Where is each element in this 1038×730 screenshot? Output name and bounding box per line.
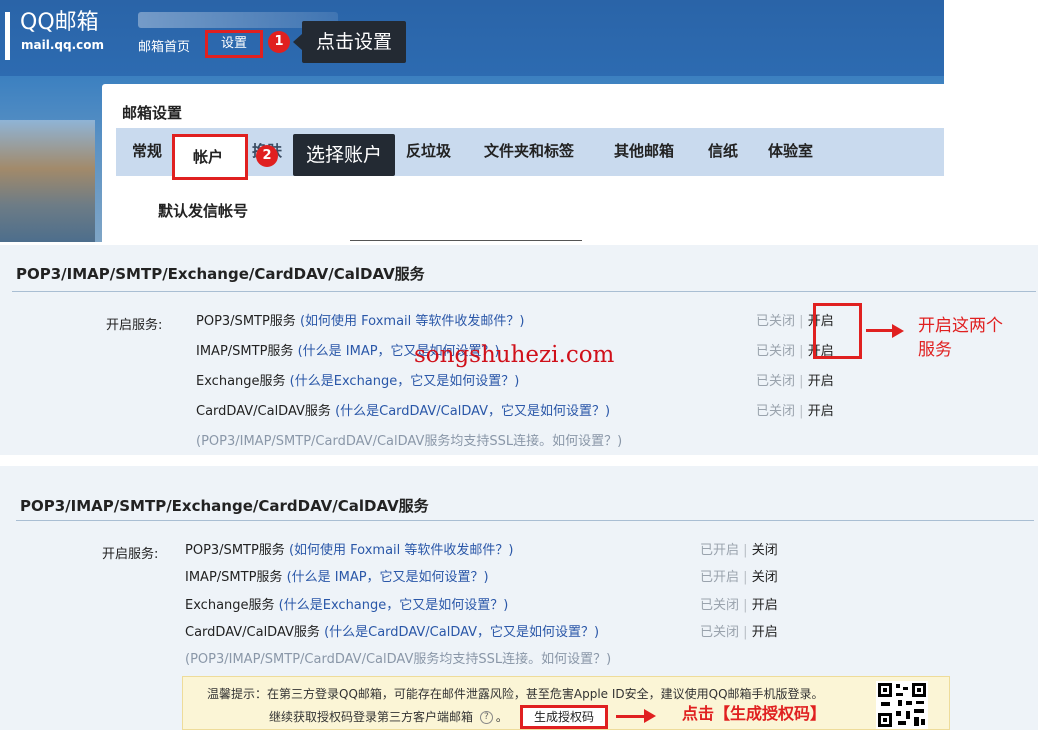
status-text: 已关闭 xyxy=(700,598,740,613)
service-name: POP3/SMTP服务 xyxy=(196,314,296,329)
highlight-box-enable-links xyxy=(813,303,862,359)
ssl-note: (POP3/IMAP/SMTP/CardDAV/CalDAV服务均支持SSL连接… xyxy=(185,652,612,667)
service-status-carddav: 已关闭 | 开启 xyxy=(756,400,834,419)
step-1-tooltip: 点击设置 xyxy=(302,21,406,63)
service-help-link[interactable]: (什么是Exchange，它又是如何设置？) xyxy=(279,598,509,613)
step-2-tooltip: 选择账户 xyxy=(293,134,395,176)
service-status-exchange: 已关闭 | 开启 xyxy=(700,594,778,613)
warning-text-line2: 继续获取授权码登录第三方客户端邮箱 ?。 xyxy=(269,708,508,725)
service-name: IMAP/SMTP服务 xyxy=(185,570,283,585)
page-title: 邮箱设置 xyxy=(122,104,183,122)
service-name: CardDAV/CalDAV服务 xyxy=(196,404,331,419)
separator: | xyxy=(799,374,804,389)
service-name: Exchange服务 xyxy=(196,374,286,389)
service-row-imap: IMAP/SMTP服务 (什么是 IMAP，它又是如何设置？) xyxy=(185,566,489,585)
divider xyxy=(350,240,582,241)
ssl-note: (POP3/IMAP/SMTP/CardDAV/CalDAV服务均支持SSL连接… xyxy=(196,434,623,449)
disable-imap-link[interactable]: 关闭 xyxy=(752,570,778,585)
service-status-carddav: 已关闭 | 开启 xyxy=(700,621,778,640)
logo-stripe xyxy=(5,12,10,60)
separator: | xyxy=(799,314,804,329)
service-help-link[interactable]: (如何使用 Foxmail 等软件收发邮件？) xyxy=(289,543,514,558)
tab-general[interactable]: 常规 xyxy=(132,140,162,161)
separator: | xyxy=(743,543,748,558)
step-1-badge: 1 xyxy=(268,31,290,53)
service-help-link[interactable]: (什么是 IMAP，它又是如何设置？) xyxy=(287,570,489,585)
background-landscape-image xyxy=(0,120,95,242)
warning-text-period: 。 xyxy=(495,710,508,724)
status-text: 已关闭 xyxy=(700,625,740,640)
status-text: 已关闭 xyxy=(756,314,796,329)
annotation-arrow-head xyxy=(892,324,904,338)
service-help-link[interactable]: (什么是CardDAV/CalDAV，它又是如何设置？) xyxy=(324,625,599,640)
enable-services-label: 开启服务: xyxy=(106,318,163,333)
tab-folders-labels[interactable]: 文件夹和标签 xyxy=(484,140,574,161)
tab-other-mailboxes[interactable]: 其他邮箱 xyxy=(614,140,674,161)
service-row-pop3: POP3/SMTP服务 (如何使用 Foxmail 等软件收发邮件？) xyxy=(196,310,524,329)
service-section-title: POP3/IMAP/SMTP/Exchange/CardDAV/CalDAV服务 xyxy=(20,497,429,515)
tab-account-label: 帐户 xyxy=(193,148,224,166)
section-heading-default-sender: 默认发信帐号 xyxy=(158,202,249,220)
status-text: 已关闭 xyxy=(756,404,796,419)
service-name: IMAP/SMTP服务 xyxy=(196,344,294,359)
separator: | xyxy=(743,625,748,640)
enable-carddav-link[interactable]: 开启 xyxy=(752,625,778,640)
service-name: CardDAV/CalDAV服务 xyxy=(185,625,320,640)
service-name: POP3/SMTP服务 xyxy=(185,543,285,558)
status-text: 已关闭 xyxy=(756,344,796,359)
mail-screenshot-top: QQ邮箱 mail.qq.com 邮箱首页 设置 1 点击设置 邮箱设置 常规 … xyxy=(0,0,944,242)
annotation-text-line2: 服务 xyxy=(918,340,952,360)
separator: | xyxy=(799,404,804,419)
status-text: 已开启 xyxy=(700,570,740,585)
annotation-text-generate: 点击【生成授权码】 xyxy=(682,704,827,723)
service-help-link[interactable]: (什么是CardDAV/CalDAV，它又是如何设置？) xyxy=(335,404,610,419)
tab-lab[interactable]: 体验室 xyxy=(768,140,813,161)
title-divider xyxy=(16,520,1034,521)
qr-code-icon xyxy=(876,681,928,729)
annotation-arrow-head xyxy=(644,709,656,723)
nav-mail-home-link[interactable]: 邮箱首页 xyxy=(138,36,190,55)
mailbox-settings-panel: 邮箱设置 常规 换肤 反垃圾 文件夹和标签 其他邮箱 信纸 体验室 帐户 2 选… xyxy=(102,84,944,242)
tab-anti-spam[interactable]: 反垃圾 xyxy=(406,140,451,161)
annotation-arrow-line xyxy=(616,715,646,718)
tooltip-pointer xyxy=(293,34,302,50)
enable-services-label: 开启服务: xyxy=(102,547,159,562)
service-row-exchange: Exchange服务 (什么是Exchange，它又是如何设置？) xyxy=(185,594,508,613)
nav-settings-link[interactable]: 设置 xyxy=(205,30,263,58)
tab-account[interactable]: 帐户 xyxy=(172,134,248,180)
enable-exchange-link[interactable]: 开启 xyxy=(808,374,834,389)
title-divider xyxy=(12,291,1036,292)
service-row-pop3: POP3/SMTP服务 (如何使用 Foxmail 等软件收发邮件？) xyxy=(185,539,513,558)
warning-text-continue: 继续获取授权码登录第三方客户端邮箱 xyxy=(269,710,474,724)
service-name: Exchange服务 xyxy=(185,598,275,613)
service-row-exchange: Exchange服务 (什么是Exchange，它又是如何设置？) xyxy=(196,370,519,389)
service-help-link[interactable]: (什么是Exchange，它又是如何设置？) xyxy=(290,374,520,389)
status-text: 已开启 xyxy=(700,543,740,558)
warning-text-line1: 温馨提示：在第三方登录QQ邮箱，可能存在邮件泄露风险，甚至危害Apple ID安… xyxy=(207,687,824,701)
generate-auth-code-button[interactable]: 生成授权码 xyxy=(520,705,608,729)
annotation-text-line1: 开启这两个 xyxy=(918,316,1003,336)
enable-exchange-link[interactable]: 开启 xyxy=(752,598,778,613)
disable-pop3-link[interactable]: 关闭 xyxy=(752,543,778,558)
service-status-exchange: 已关闭 | 开启 xyxy=(756,370,834,389)
help-icon[interactable]: ? xyxy=(479,711,493,724)
service-section-title: POP3/IMAP/SMTP/Exchange/CardDAV/CalDAV服务 xyxy=(16,265,425,283)
service-status-imap: 已开启 | 关闭 xyxy=(700,566,778,585)
qq-mail-logo: QQ邮箱 xyxy=(20,10,99,35)
annotation-arrow-line xyxy=(866,329,894,332)
separator: | xyxy=(743,570,748,585)
logo-domain: mail.qq.com xyxy=(21,38,104,52)
status-text: 已关闭 xyxy=(756,374,796,389)
service-status-pop3: 已开启 | 关闭 xyxy=(700,539,778,558)
service-help-link[interactable]: (如何使用 Foxmail 等软件收发邮件？) xyxy=(300,314,525,329)
separator: | xyxy=(799,344,804,359)
separator: | xyxy=(743,598,748,613)
service-row-carddav: CardDAV/CalDAV服务 (什么是CardDAV/CalDAV，它又是如… xyxy=(196,400,610,419)
step-2-badge: 2 xyxy=(256,145,278,167)
enable-carddav-link[interactable]: 开启 xyxy=(808,404,834,419)
tab-stationery[interactable]: 信纸 xyxy=(708,140,738,161)
top-header-bar: QQ邮箱 mail.qq.com 邮箱首页 设置 1 点击设置 xyxy=(0,0,944,76)
service-row-carddav: CardDAV/CalDAV服务 (什么是CardDAV/CalDAV，它又是如… xyxy=(185,621,599,640)
watermark-text: songshuhezi.com xyxy=(414,342,615,368)
